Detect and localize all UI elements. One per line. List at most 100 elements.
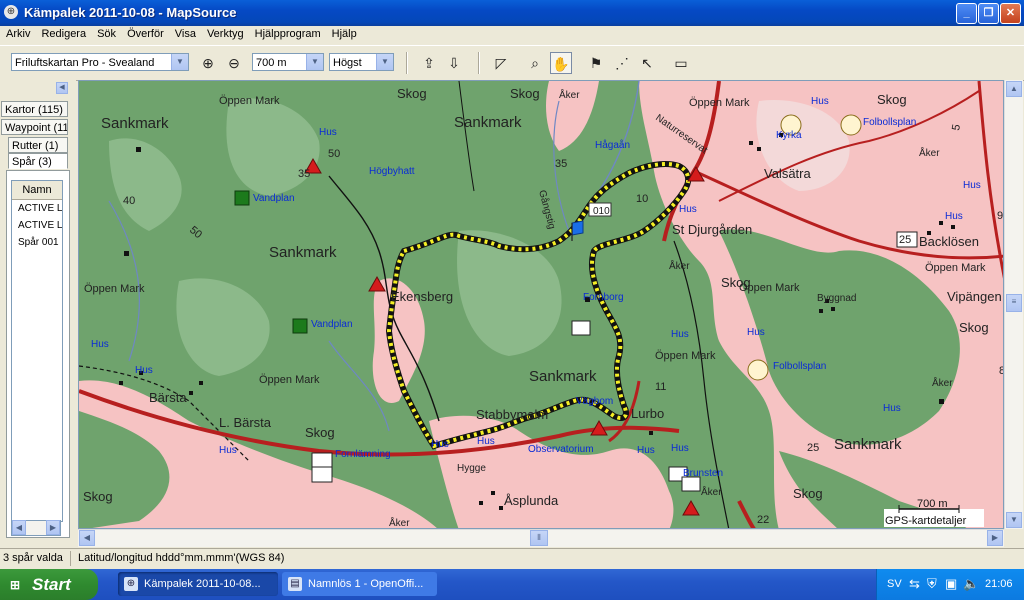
map-label: Stabbymalm xyxy=(476,407,548,422)
map-select-tool-icon[interactable]: ◸ xyxy=(490,52,512,74)
taskbar-item-openoffice[interactable]: ▤ Namnlös 1 - OpenOffi... xyxy=(282,572,437,596)
map-vertical-scrollbar[interactable]: ▲ ≡ ▼ xyxy=(1004,80,1023,529)
map-label: Vandplan xyxy=(311,319,353,330)
language-indicator[interactable]: SV xyxy=(887,578,902,590)
map-label: Bärsta xyxy=(149,390,187,405)
map-label: Öppen Mark xyxy=(655,350,716,362)
scroll-left-icon[interactable]: ◀ xyxy=(12,520,26,535)
zoom-level-select[interactable]: 700 m ▼ xyxy=(252,53,324,71)
map-label: Sankmark xyxy=(834,436,902,453)
maximize-button[interactable]: ❐ xyxy=(978,3,999,24)
map-label: Hus xyxy=(319,127,337,138)
hand-tool-icon[interactable]: ✋ xyxy=(550,52,572,74)
measure-ruler-icon[interactable]: ▭ xyxy=(670,52,692,74)
waypoint-flag-icon[interactable]: ⚑ xyxy=(585,52,607,74)
network-icon[interactable]: ⇆ xyxy=(909,576,920,592)
chevron-down-icon[interactable]: ▼ xyxy=(306,54,323,70)
chevron-down-icon[interactable]: ▼ xyxy=(376,54,393,70)
map-label: Hus xyxy=(883,403,901,414)
scroll-left-icon[interactable]: ◀ xyxy=(79,530,95,546)
track-list: Namn ACTIVE L ACTIVE L Spår 001 xyxy=(11,180,63,522)
selection-arrow-icon[interactable]: ↖ xyxy=(636,52,658,74)
map-label: Hus xyxy=(431,439,449,450)
contour-label: 25 xyxy=(807,442,819,454)
send-to-device-icon[interactable]: ⇩ xyxy=(443,52,465,74)
security-icon[interactable]: ⛨ xyxy=(927,576,937,592)
menu-sok[interactable]: Sök xyxy=(91,26,121,40)
detail-level-select[interactable]: Högst ▼ xyxy=(329,53,394,71)
tab-waypoints[interactable]: Waypoint (11 xyxy=(1,119,68,135)
zoom-tool-icon[interactable]: ⌕ xyxy=(524,52,546,74)
taskbar-item-mapsource[interactable]: ⊕ Kämpalek 2011-10-08... xyxy=(118,572,278,596)
route-tool-icon[interactable]: ⋰ xyxy=(611,52,633,74)
list-item[interactable]: ACTIVE L xyxy=(12,200,62,217)
map-label: Hus xyxy=(135,365,153,376)
topographic-map[interactable]: Öppen Mark Öppen Mark Öppen Mark Öppen M… xyxy=(79,81,1004,529)
menu-visa[interactable]: Visa xyxy=(169,26,201,40)
menu-hjalp[interactable]: Hjälp xyxy=(326,26,362,40)
menu-hjalpprogram[interactable]: Hjälpprogram xyxy=(249,26,326,40)
menu-arkiv[interactable]: Arkiv xyxy=(0,26,35,40)
map-label: Skog xyxy=(793,486,823,501)
map-label: Skog xyxy=(959,320,989,335)
scroll-right-icon[interactable]: ▶ xyxy=(987,530,1003,546)
column-header-name[interactable]: Namn xyxy=(12,181,62,200)
tab-routes[interactable]: Rutter (1) xyxy=(8,137,68,153)
map-label: Hus xyxy=(671,329,689,340)
map-label: Skog xyxy=(305,425,335,440)
collapse-panel-icon[interactable]: ◀ xyxy=(56,82,68,94)
menu-overfor[interactable]: Överför xyxy=(121,26,169,40)
map-label: Hus xyxy=(477,436,495,447)
scroll-up-icon[interactable]: ▲ xyxy=(1006,81,1022,97)
map-label: Fornborg xyxy=(583,292,624,303)
mapsource-icon[interactable]: ⊕ xyxy=(4,5,18,19)
map-product-select[interactable]: Friluftskartan Pro - Svealand ▼ xyxy=(11,53,189,71)
map-details-label: GPS-kartdetaljer xyxy=(885,515,967,527)
map-label: St Djurgården xyxy=(672,222,752,237)
contour-label: 11 xyxy=(655,381,666,393)
device-icon[interactable]: ▣ xyxy=(945,576,957,592)
map-label: Vägbom xyxy=(576,396,613,407)
map-horizontal-scrollbar[interactable]: ◀ ⦀ ▶ xyxy=(78,529,1004,547)
toolbar: Friluftskartan Pro - Svealand ▼ ⊕ ⊖ 700 … xyxy=(0,45,1024,81)
map-label: Brunsten xyxy=(683,468,723,479)
menu-redigera[interactable]: Redigera xyxy=(35,26,91,40)
map-label: Åker xyxy=(932,376,953,389)
scale-label: 700 m xyxy=(917,498,948,510)
list-horizontal-scrollbar[interactable]: ◀ ▶ xyxy=(11,520,61,536)
tab-tracks[interactable]: Spår (3) xyxy=(8,153,68,169)
contour-label: 40 xyxy=(123,195,135,207)
contour-label: 35 xyxy=(555,158,567,170)
volume-icon[interactable]: 🔈 xyxy=(963,576,979,592)
chevron-down-icon[interactable]: ▼ xyxy=(171,54,188,70)
start-button[interactable]: ⊞ Start xyxy=(0,569,98,600)
menu-bar: Arkiv Redigera Sök Överför Visa Verktyg Hjälpp… xyxy=(0,26,1024,44)
list-item[interactable]: ACTIVE L xyxy=(12,217,62,234)
vertical-scroll-thumb[interactable]: ≡ xyxy=(1006,294,1022,312)
map-label: Öppen Mark xyxy=(689,97,750,109)
receive-from-device-icon[interactable]: ⇪ xyxy=(418,52,440,74)
map-label: Hågaån xyxy=(595,139,630,151)
zoom-out-icon[interactable]: ⊖ xyxy=(223,52,245,74)
map-label: Öppen Mark xyxy=(925,262,986,274)
map-label: Åker xyxy=(559,88,580,101)
tab-maps[interactable]: Kartor (115) xyxy=(1,101,68,117)
map-label: Skog xyxy=(510,86,540,101)
map-canvas[interactable]: Öppen Mark Öppen Mark Öppen Mark Öppen M… xyxy=(78,80,1004,529)
minimize-button[interactable]: _ xyxy=(956,3,977,24)
zoom-in-icon[interactable]: ⊕ xyxy=(197,52,219,74)
map-label: Byggnad xyxy=(817,293,856,304)
menu-verktyg[interactable]: Verktyg xyxy=(201,26,249,40)
close-button[interactable]: ✕ xyxy=(1000,3,1021,24)
map-label: Åker xyxy=(389,516,410,529)
map-label: Skog xyxy=(83,489,113,504)
scroll-right-icon[interactable]: ▶ xyxy=(46,520,60,535)
map-label: 010 xyxy=(593,206,610,217)
scroll-down-icon[interactable]: ▼ xyxy=(1006,512,1022,528)
map-label: Åsplunda xyxy=(504,493,559,508)
status-bar: 3 spår valda Latitud/longitud hddd°mm.mm… xyxy=(0,548,1024,569)
horizontal-scroll-thumb[interactable]: ⦀ xyxy=(530,530,548,546)
list-item[interactable]: Spår 001 xyxy=(12,234,62,251)
map-label: Sankmark xyxy=(529,368,597,385)
map-label: Åker xyxy=(919,146,940,159)
